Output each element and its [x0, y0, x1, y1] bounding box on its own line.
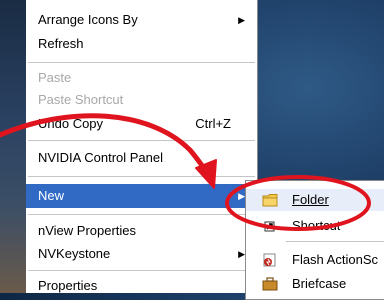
submenu-item-folder[interactable]: Folder: [246, 189, 384, 211]
submenu-arrow-icon: ▶: [238, 15, 245, 25]
menu-item-new[interactable]: New ▶: [26, 184, 257, 208]
menu-item-paste: Paste: [26, 66, 257, 90]
new-submenu: Folder Shortcut Flash ActionSc Briefcase: [245, 180, 384, 300]
menu-item-label: Refresh: [38, 36, 84, 51]
submenu-arrow-icon: ▶: [238, 191, 245, 201]
menu-separator: [28, 140, 255, 141]
menu-item-nview-properties[interactable]: nView Properties: [26, 219, 257, 243]
submenu-item-briefcase[interactable]: Briefcase: [246, 273, 384, 295]
menu-item-arrange-icons-by[interactable]: Arrange Icons By ▶: [26, 8, 257, 32]
submenu-item-flash-action[interactable]: Flash ActionSc: [246, 249, 384, 271]
menu-separator: [286, 241, 384, 242]
menu-item-label: Undo Copy: [38, 116, 104, 131]
menu-item-undo-copy[interactable]: Undo Copy Ctrl+Z: [26, 112, 257, 136]
menu-item-label: Paste Shortcut: [38, 92, 124, 107]
menu-item-label: Properties: [38, 278, 98, 293]
submenu-item-label: Shortcut: [292, 218, 341, 233]
menu-item-refresh[interactable]: Refresh: [26, 32, 257, 56]
desktop-context-menu: Arrange Icons By ▶ Refresh Paste Paste S…: [26, 0, 258, 293]
submenu-item-label: Briefcase: [292, 276, 347, 291]
menu-item-label: NVIDIA Control Panel: [38, 150, 164, 165]
menu-item-paste-shortcut: Paste Shortcut: [26, 88, 257, 112]
submenu-item-label: Flash ActionSc: [292, 252, 378, 267]
menu-item-shortcut: Ctrl+Z: [195, 116, 231, 131]
desktop-background-left: [0, 0, 26, 293]
menu-separator: [28, 270, 255, 271]
shortcut-icon: [264, 221, 275, 232]
submenu-item-shortcut[interactable]: Shortcut: [246, 215, 384, 237]
menu-item-properties[interactable]: Properties: [26, 274, 257, 298]
menu-item-label: NVKeystone: [38, 246, 111, 261]
menu-item-label: Paste: [38, 70, 72, 85]
menu-separator: [28, 176, 255, 177]
menu-separator: [28, 214, 255, 215]
menu-separator: [28, 62, 255, 63]
briefcase-icon: [262, 277, 278, 291]
menu-item-nvidia-control-panel[interactable]: NVIDIA Control Panel: [26, 146, 257, 170]
flash-icon: [263, 253, 276, 267]
folder-icon: [262, 194, 278, 207]
menu-item-nvkeystone[interactable]: NVKeystone ▶: [26, 242, 257, 266]
menu-item-label: New: [38, 188, 65, 203]
submenu-item-label: Folder: [292, 192, 329, 207]
menu-item-label: nView Properties: [38, 223, 137, 238]
menu-item-label: Arrange Icons By: [38, 12, 138, 27]
submenu-arrow-icon: ▶: [238, 249, 245, 259]
